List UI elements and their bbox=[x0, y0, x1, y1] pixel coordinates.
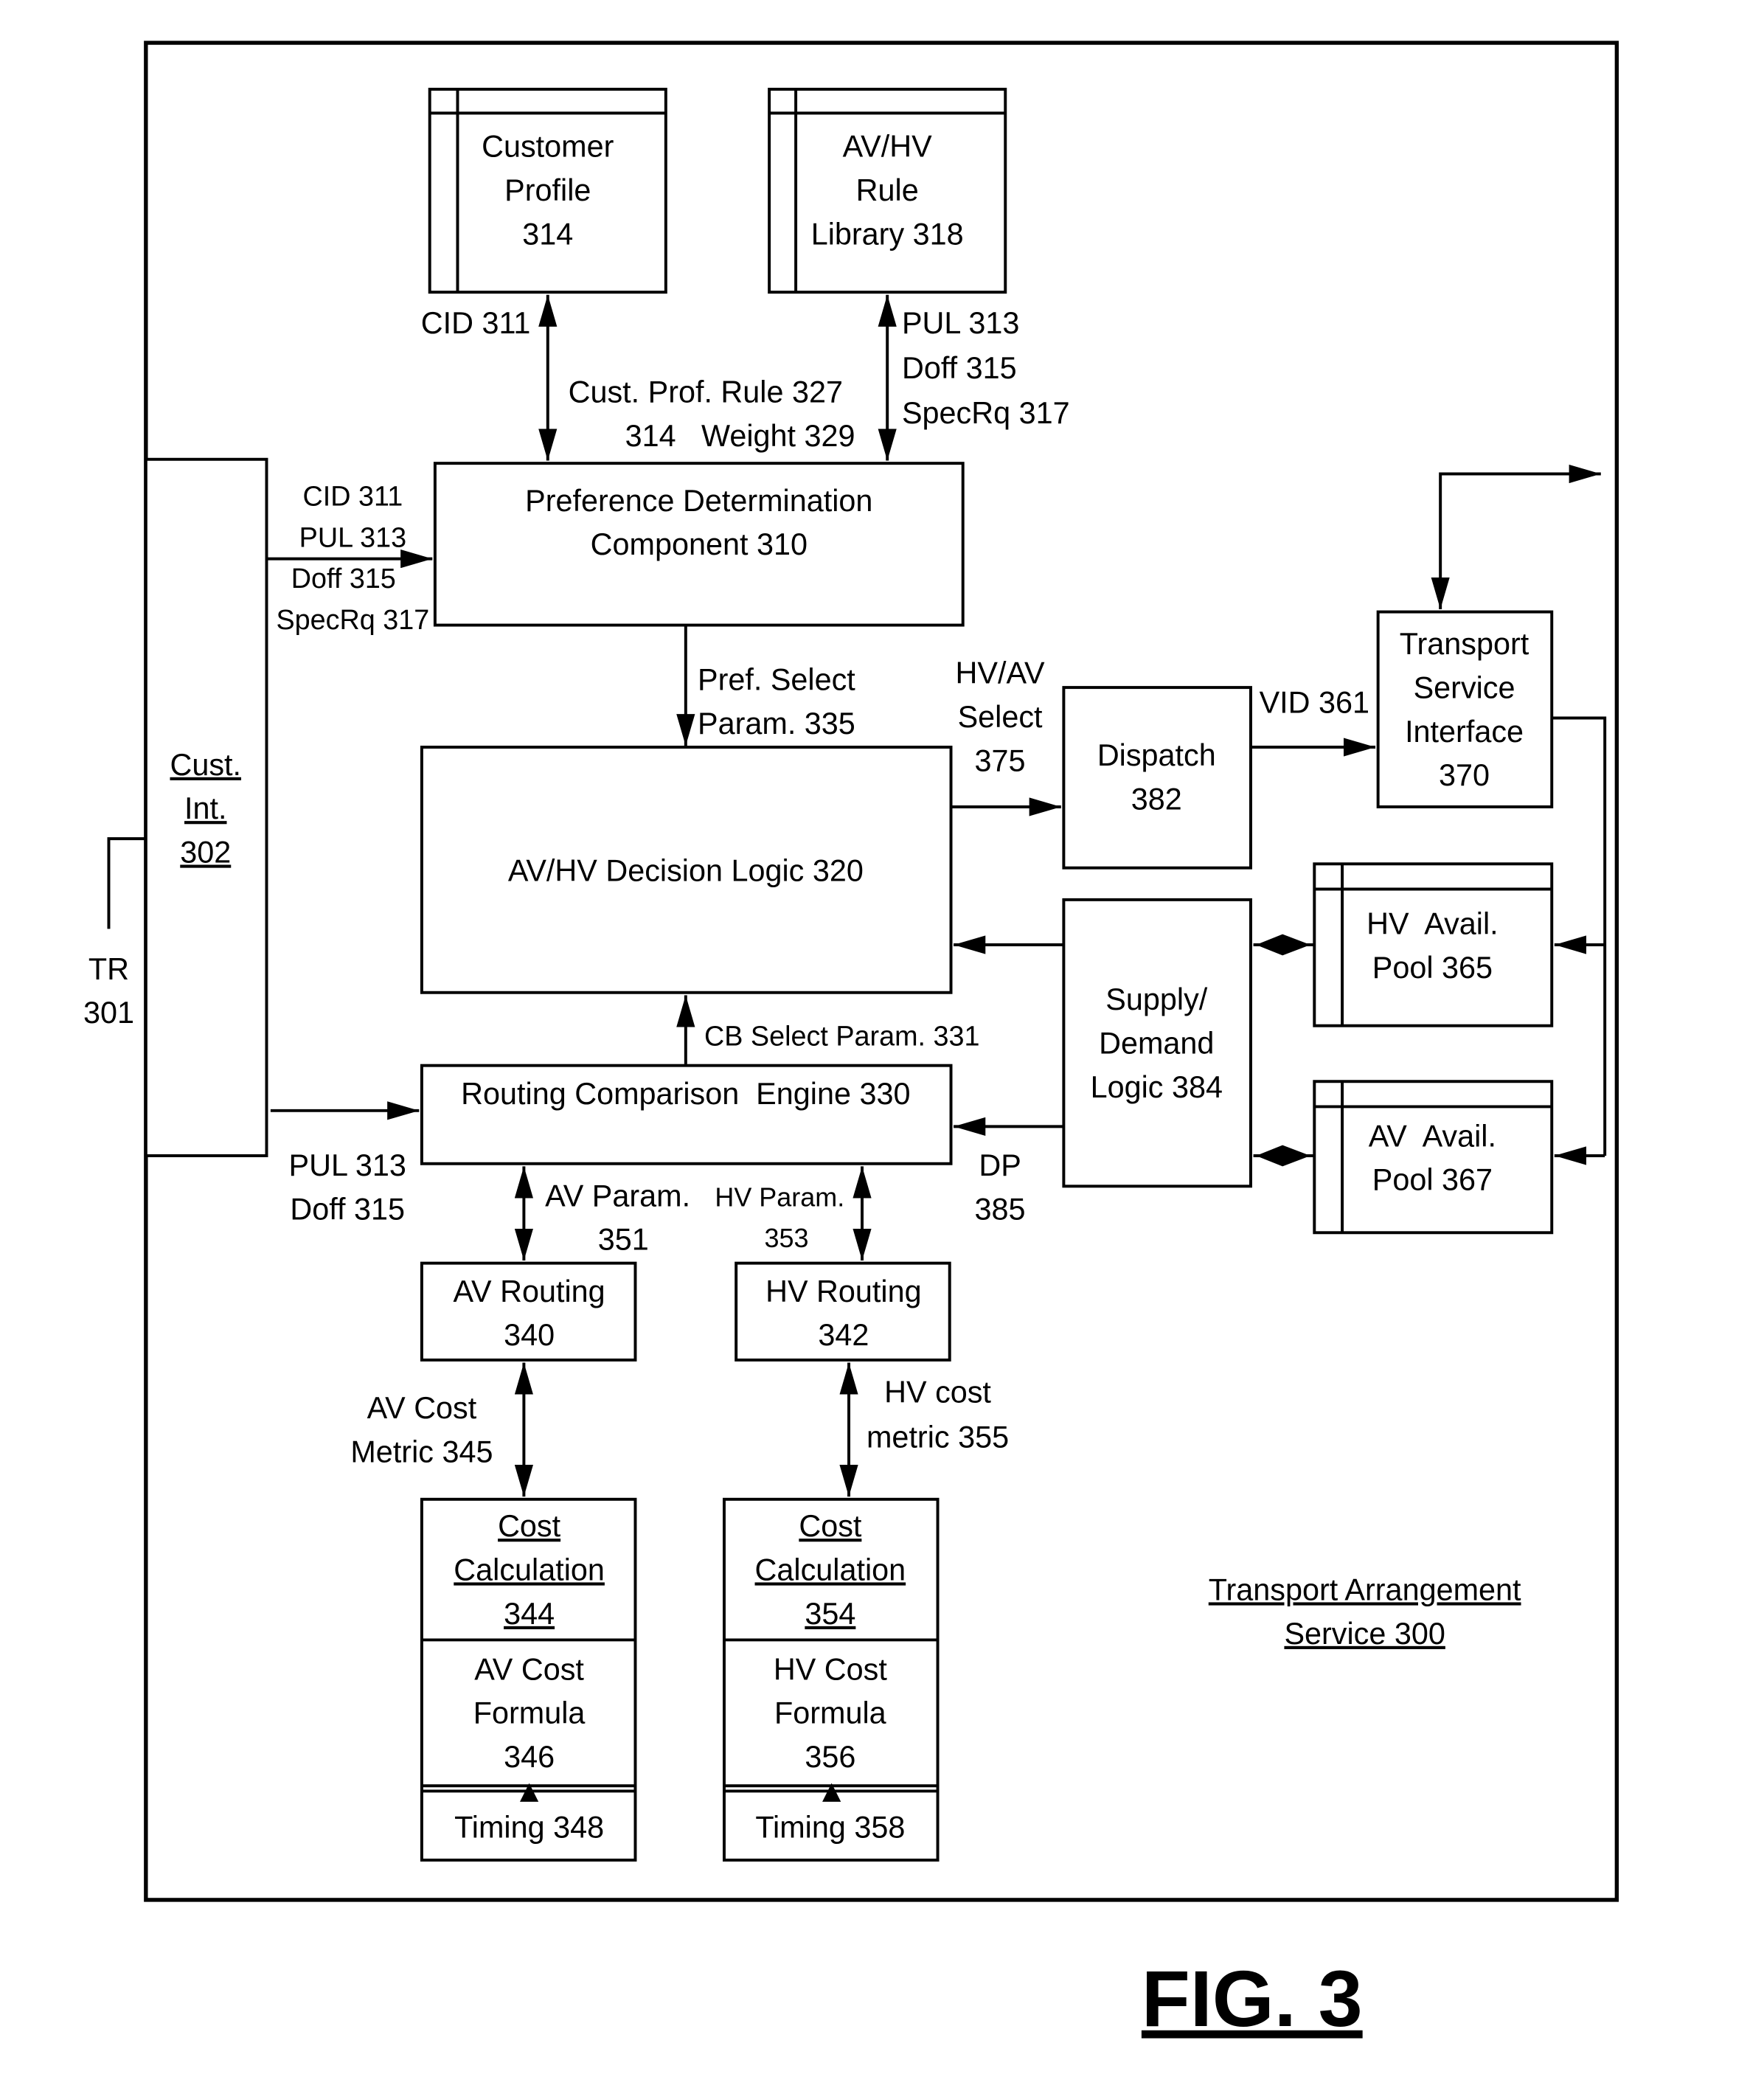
hv-cost-metric-line1: HV cost bbox=[884, 1375, 991, 1409]
figure-title: FIG. 3 bbox=[1142, 1954, 1363, 2043]
hv-routing: HV Routing 342 bbox=[735, 1261, 951, 1362]
dp-label-line1: DP bbox=[979, 1148, 1021, 1182]
cid-top-label: CID 311 bbox=[421, 306, 531, 340]
weight-label: 314 Weight 329 bbox=[625, 419, 855, 453]
av-cost-formula-line1: AV Cost bbox=[474, 1652, 584, 1686]
av-cost-metric-line1: AV Cost bbox=[367, 1391, 477, 1425]
hv-cost-formula-line3: 356 bbox=[805, 1740, 855, 1774]
hvav-select-line1: HV/AV bbox=[956, 656, 1045, 690]
routing-comparison-engine: Routing Comparison Engine 330 bbox=[420, 1064, 953, 1165]
tsi-line2: Service bbox=[1414, 670, 1515, 704]
av-routing-line2: 340 bbox=[504, 1318, 555, 1352]
hvav-select-line2: Select bbox=[958, 700, 1043, 734]
preference-determination-component: Preference Determination Component 310 bbox=[433, 462, 965, 627]
dispatch: Dispatch 382 bbox=[1062, 686, 1252, 870]
hv-pool-line2: Pool 365 bbox=[1372, 951, 1493, 985]
routing-engine-label: Routing Comparison Engine 330 bbox=[461, 1077, 910, 1111]
av-cost-calc-line2: Calculation bbox=[454, 1553, 605, 1586]
rule-library-store: AV/HV Rule Library 318 bbox=[768, 87, 1007, 294]
customer-profile-line3: 314 bbox=[522, 217, 573, 251]
hv-avail-pool: HV Avail. Pool 365 bbox=[1313, 862, 1554, 1027]
tsi-line3: Interface bbox=[1405, 715, 1524, 749]
cust-pref-pul: PUL 313 bbox=[299, 522, 407, 553]
pref-select-line1: Pref. Select bbox=[698, 663, 855, 697]
dispatch-line1: Dispatch bbox=[1097, 738, 1216, 772]
transport-service-interface: Transport Service Interface 370 bbox=[1376, 610, 1554, 808]
hv-routing-line1: HV Routing bbox=[765, 1274, 922, 1308]
hv-pool-line1: HV Avail. bbox=[1367, 907, 1499, 941]
routing-pul-label: PUL 313 bbox=[288, 1148, 406, 1182]
customer-interface: Cust. Int. 302 bbox=[144, 457, 268, 1157]
tr-label: TR bbox=[88, 952, 129, 986]
av-routing: AV Routing 340 bbox=[420, 1261, 637, 1362]
tr-input-line bbox=[107, 837, 146, 929]
tsi-line1: Transport bbox=[1400, 627, 1529, 661]
supply-line2: Demand bbox=[1099, 1026, 1214, 1060]
cust-pref-cid: CID 311 bbox=[303, 482, 403, 513]
av-cost-calc-line1: Cost bbox=[498, 1509, 561, 1543]
av-param-line1: AV Param. bbox=[545, 1179, 690, 1213]
hvav-select-line3: 375 bbox=[975, 743, 1026, 777]
supply-demand-logic: Supply/ Demand Logic 384 bbox=[1062, 898, 1252, 1188]
dispatch-line2: 382 bbox=[1131, 783, 1182, 816]
hv-cost-formula-line2: Formula bbox=[774, 1696, 886, 1730]
decision-logic-label: AV/HV Decision Logic 320 bbox=[508, 854, 864, 888]
av-pool-line1: AV Avail. bbox=[1369, 1119, 1496, 1153]
tr-number: 301 bbox=[83, 996, 134, 1030]
cust-int-line1: Cust. bbox=[170, 748, 241, 782]
customer-profile-line1: Customer bbox=[482, 130, 614, 164]
av-cost-metric-line2: Metric 345 bbox=[350, 1435, 493, 1468]
service-label-line2: Service 300 bbox=[1284, 1617, 1445, 1651]
cust-int-line2: Int. bbox=[184, 791, 226, 825]
rulelib-pul-label: PUL 313 bbox=[902, 306, 1019, 340]
av-cost-calc-line3: 344 bbox=[504, 1597, 555, 1631]
preference-line2: Component 310 bbox=[591, 527, 808, 561]
cb-select-label: CB Select Param. 331 bbox=[704, 1022, 979, 1052]
av-cost-calculation: Cost Calculation 344 AV Cost Formula 346… bbox=[420, 1497, 637, 1862]
av-timing-label: Timing 348 bbox=[454, 1810, 604, 1844]
rule-library-line3: Library 318 bbox=[811, 217, 964, 251]
vid-label: VID 361 bbox=[1260, 685, 1369, 719]
hv-cost-calc-line1: Cost bbox=[799, 1509, 862, 1543]
hv-param-line1: HV Param. bbox=[715, 1182, 844, 1212]
preference-line1: Preference Determination bbox=[525, 484, 872, 518]
rule-library-line2: Rule bbox=[856, 173, 919, 207]
fig3-diagram: Customer Profile 314 AV/HV Rule Library … bbox=[83, 41, 1619, 2043]
hv-cost-calculation: Cost Calculation 354 HV Cost Formula 356… bbox=[723, 1497, 940, 1862]
hv-cost-formula-line1: HV Cost bbox=[774, 1652, 887, 1686]
av-cost-formula-line2: Formula bbox=[473, 1696, 586, 1730]
hv-timing-label: Timing 358 bbox=[755, 1810, 905, 1844]
hv-routing-line2: 342 bbox=[818, 1318, 869, 1352]
hv-cost-metric-line2: metric 355 bbox=[867, 1421, 1009, 1454]
dp-label-line2: 385 bbox=[975, 1192, 1026, 1226]
rulelib-specrq-label: SpecRq 317 bbox=[902, 396, 1070, 430]
tsi-line4: 370 bbox=[1439, 758, 1490, 792]
customer-profile-line2: Profile bbox=[504, 173, 591, 207]
rule-library-line1: AV/HV bbox=[843, 130, 932, 164]
av-routing-line1: AV Routing bbox=[454, 1274, 605, 1308]
cust-pref-specrq: SpecRq 317 bbox=[277, 605, 430, 636]
cust-prof-rule-label: Cust. Prof. Rule 327 bbox=[569, 375, 843, 409]
supply-line1: Supply/ bbox=[1105, 982, 1207, 1016]
hv-cost-calc-line2: Calculation bbox=[755, 1553, 906, 1586]
routing-doff-label: Doff 315 bbox=[290, 1192, 405, 1226]
customer-profile-store: Customer Profile 314 bbox=[428, 87, 667, 294]
cust-pref-doff: Doff 315 bbox=[291, 563, 396, 594]
supply-line3: Logic 384 bbox=[1091, 1070, 1223, 1104]
hv-cost-calc-line3: 354 bbox=[805, 1597, 855, 1631]
av-param-line2: 351 bbox=[598, 1223, 649, 1257]
av-cost-formula-line3: 346 bbox=[504, 1740, 555, 1774]
cust-int-line3: 302 bbox=[180, 835, 231, 869]
service-label-line1: Transport Arrangement bbox=[1209, 1572, 1521, 1606]
hv-param-line2: 353 bbox=[765, 1223, 809, 1253]
av-pool-line2: Pool 367 bbox=[1372, 1163, 1493, 1197]
av-avail-pool: AV Avail. Pool 367 bbox=[1313, 1080, 1554, 1235]
pref-select-line2: Param. 335 bbox=[698, 707, 855, 741]
rulelib-doff-label: Doff 315 bbox=[902, 351, 1017, 385]
decision-logic: AV/HV Decision Logic 320 bbox=[420, 746, 953, 994]
